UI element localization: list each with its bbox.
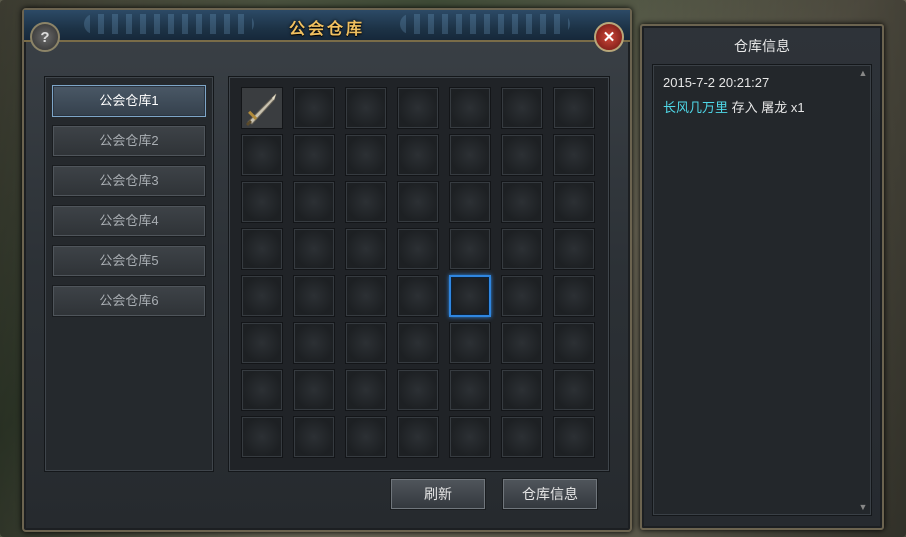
refresh-button[interactable]: 刷新 xyxy=(390,478,486,510)
log-scrollbar[interactable]: ▲ ▼ xyxy=(857,67,869,513)
inventory-slot[interactable] xyxy=(553,134,595,176)
inventory-slot[interactable] xyxy=(345,275,387,317)
tab-warehouse-4[interactable]: 公会仓库4 xyxy=(52,205,206,237)
log-panel: 2015-7-2 20:21:27 长风几万里 存入 屠龙 x1 ▲ ▼ xyxy=(652,64,872,516)
inventory-slot[interactable] xyxy=(449,228,491,270)
inventory-slot[interactable] xyxy=(397,369,439,411)
inventory-slot[interactable] xyxy=(293,181,335,223)
inventory-slot[interactable] xyxy=(241,134,283,176)
inventory-slot[interactable] xyxy=(501,87,543,129)
inventory-slot[interactable] xyxy=(293,322,335,364)
tab-warehouse-5[interactable]: 公会仓库5 xyxy=(52,245,206,277)
tab-warehouse-1[interactable]: 公会仓库1 xyxy=(52,85,206,117)
item-grid xyxy=(228,76,610,472)
inventory-slot[interactable] xyxy=(397,228,439,270)
tab-warehouse-6[interactable]: 公会仓库6 xyxy=(52,285,206,317)
guild-warehouse-window: 公会仓库 ? ✕ 公会仓库1 公会仓库2 公会仓库3 公会仓库4 公会仓库5 公… xyxy=(22,8,632,532)
inventory-slot[interactable] xyxy=(553,228,595,270)
inventory-slot[interactable] xyxy=(501,134,543,176)
help-icon: ? xyxy=(40,28,50,46)
warehouse-info-button[interactable]: 仓库信息 xyxy=(502,478,598,510)
inventory-slot[interactable] xyxy=(553,322,595,364)
close-button[interactable]: ✕ xyxy=(594,22,624,52)
inventory-slot[interactable] xyxy=(241,416,283,458)
log-action: 存入 屠龙 x1 xyxy=(728,100,805,115)
inventory-slot[interactable] xyxy=(293,416,335,458)
inventory-slot[interactable] xyxy=(397,134,439,176)
inventory-slot[interactable] xyxy=(553,369,595,411)
title-bar[interactable]: 公会仓库 xyxy=(24,10,630,42)
inventory-slot[interactable] xyxy=(397,275,439,317)
warehouse-info-window: 仓库信息 2015-7-2 20:21:27 长风几万里 存入 屠龙 x1 ▲ … xyxy=(640,24,884,530)
inventory-slot[interactable] xyxy=(241,87,283,129)
inventory-slot[interactable] xyxy=(241,369,283,411)
inventory-slot[interactable] xyxy=(449,416,491,458)
sword-icon xyxy=(242,88,282,128)
inventory-slot[interactable] xyxy=(501,181,543,223)
scroll-down-icon[interactable]: ▼ xyxy=(857,501,869,513)
inventory-slot[interactable] xyxy=(345,228,387,270)
inventory-slot[interactable] xyxy=(553,275,595,317)
inventory-slot[interactable] xyxy=(501,228,543,270)
inventory-slot[interactable] xyxy=(553,416,595,458)
inventory-slot[interactable] xyxy=(449,134,491,176)
inventory-slot[interactable] xyxy=(501,275,543,317)
tab-warehouse-3[interactable]: 公会仓库3 xyxy=(52,165,206,197)
inventory-slot[interactable] xyxy=(397,322,439,364)
inventory-slot[interactable] xyxy=(241,181,283,223)
inventory-slot[interactable] xyxy=(293,134,335,176)
inventory-slot[interactable] xyxy=(293,275,335,317)
info-title: 仓库信息 xyxy=(734,38,790,54)
inventory-slot[interactable] xyxy=(241,322,283,364)
inventory-slot[interactable] xyxy=(501,369,543,411)
inventory-slot[interactable] xyxy=(501,416,543,458)
inventory-slot[interactable] xyxy=(293,87,335,129)
inventory-slot[interactable] xyxy=(241,275,283,317)
inventory-slot[interactable] xyxy=(397,416,439,458)
inventory-slot[interactable] xyxy=(449,87,491,129)
inventory-slot[interactable] xyxy=(397,181,439,223)
inventory-slot[interactable] xyxy=(293,369,335,411)
window-title: 公会仓库 xyxy=(288,19,365,38)
inventory-slot[interactable] xyxy=(449,181,491,223)
inventory-slot[interactable] xyxy=(345,134,387,176)
inventory-slot[interactable] xyxy=(449,322,491,364)
inventory-slot[interactable] xyxy=(345,87,387,129)
inventory-slot[interactable] xyxy=(293,228,335,270)
inventory-slot[interactable] xyxy=(345,181,387,223)
inventory-slot[interactable] xyxy=(501,322,543,364)
tab-warehouse-2[interactable]: 公会仓库2 xyxy=(52,125,206,157)
inventory-slot[interactable] xyxy=(345,322,387,364)
warehouse-tab-list: 公会仓库1 公会仓库2 公会仓库3 公会仓库4 公会仓库5 公会仓库6 xyxy=(44,76,214,472)
inventory-slot[interactable] xyxy=(397,87,439,129)
scroll-up-icon[interactable]: ▲ xyxy=(857,67,869,79)
inventory-slot[interactable] xyxy=(553,181,595,223)
log-username[interactable]: 长风几万里 xyxy=(663,100,728,115)
close-icon: ✕ xyxy=(602,29,616,46)
inventory-slot[interactable] xyxy=(449,369,491,411)
log-entry: 长风几万里 存入 屠龙 x1 xyxy=(663,97,805,116)
inventory-slot[interactable] xyxy=(345,416,387,458)
inventory-slot[interactable] xyxy=(241,228,283,270)
log-timestamp: 2015-7-2 20:21:27 xyxy=(663,75,770,90)
inventory-slot[interactable] xyxy=(345,369,387,411)
inventory-slot[interactable] xyxy=(553,87,595,129)
inventory-slot[interactable] xyxy=(449,275,491,317)
help-button[interactable]: ? xyxy=(30,22,60,52)
